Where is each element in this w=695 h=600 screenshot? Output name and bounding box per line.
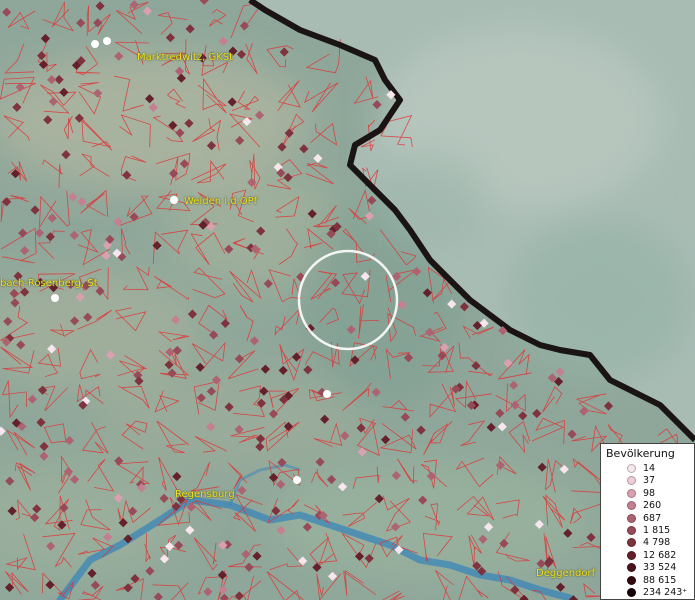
- label-sulzbach-rosenberg: bach-Rosenberg, St: [0, 278, 98, 289]
- legend-entry: 4 798: [601, 537, 695, 549]
- legend-entry: 234 243⁺: [601, 587, 695, 599]
- label-deggendorf: Deggendorf: [536, 568, 596, 579]
- label-weiden: Weiden i.d.OPf: [184, 196, 258, 207]
- legend-swatch: [627, 563, 636, 573]
- legend-swatch: [627, 538, 636, 548]
- label-marktredwitz: Marktredwitz, GKSt: [137, 52, 234, 63]
- legend-swatch: [627, 588, 636, 597]
- legend-label: 37: [643, 475, 656, 487]
- city-marker[interactable]: [91, 40, 99, 48]
- label-regensburg: Regensburg: [175, 489, 235, 500]
- legend-entry: 12 682: [601, 550, 695, 562]
- legend-swatch: [627, 501, 636, 511]
- legend-swatch: [627, 575, 636, 585]
- legend-entry: 687: [601, 513, 695, 525]
- population-map[interactable]: [0, 0, 695, 600]
- legend-entry: 88 615: [601, 575, 695, 587]
- city-marker[interactable]: [103, 37, 111, 45]
- legend-label: 98: [643, 487, 656, 499]
- legend-entry: 33 524: [601, 562, 695, 574]
- legend-entry: 37: [601, 475, 695, 487]
- legend-panel: Bevölkerung 14 37 98 260 687 1 815 4 798 12 682…: [600, 443, 695, 600]
- legend-entry: 98: [601, 488, 695, 500]
- legend-swatch: [627, 476, 636, 486]
- legend-label: 14: [643, 463, 656, 474]
- legend-label: 12 682: [643, 549, 677, 561]
- legend-label: 260: [643, 500, 662, 512]
- legend-swatch: [627, 488, 636, 498]
- city-marker[interactable]: [170, 196, 178, 204]
- legend-label: 687: [643, 512, 662, 524]
- legend-label: 88 615: [643, 574, 677, 586]
- legend-label: 4 798: [643, 537, 671, 549]
- legend-entry: 260: [601, 500, 695, 512]
- city-marker[interactable]: [51, 294, 59, 302]
- legend-swatch: [627, 526, 636, 535]
- city-marker[interactable]: [323, 390, 331, 398]
- legend-title: Bevölkerung: [606, 447, 675, 460]
- legend-entry: 14: [601, 463, 695, 475]
- city-marker[interactable]: [293, 476, 301, 484]
- legend-swatch: [627, 513, 636, 523]
- legend-label: 1 815: [643, 525, 671, 536]
- legend-swatch: [627, 550, 636, 560]
- legend-label: 234 243⁺: [643, 587, 688, 598]
- legend-swatch: [627, 464, 636, 473]
- legend-label: 33 524: [643, 562, 677, 574]
- legend-entry: 1 815: [601, 525, 695, 537]
